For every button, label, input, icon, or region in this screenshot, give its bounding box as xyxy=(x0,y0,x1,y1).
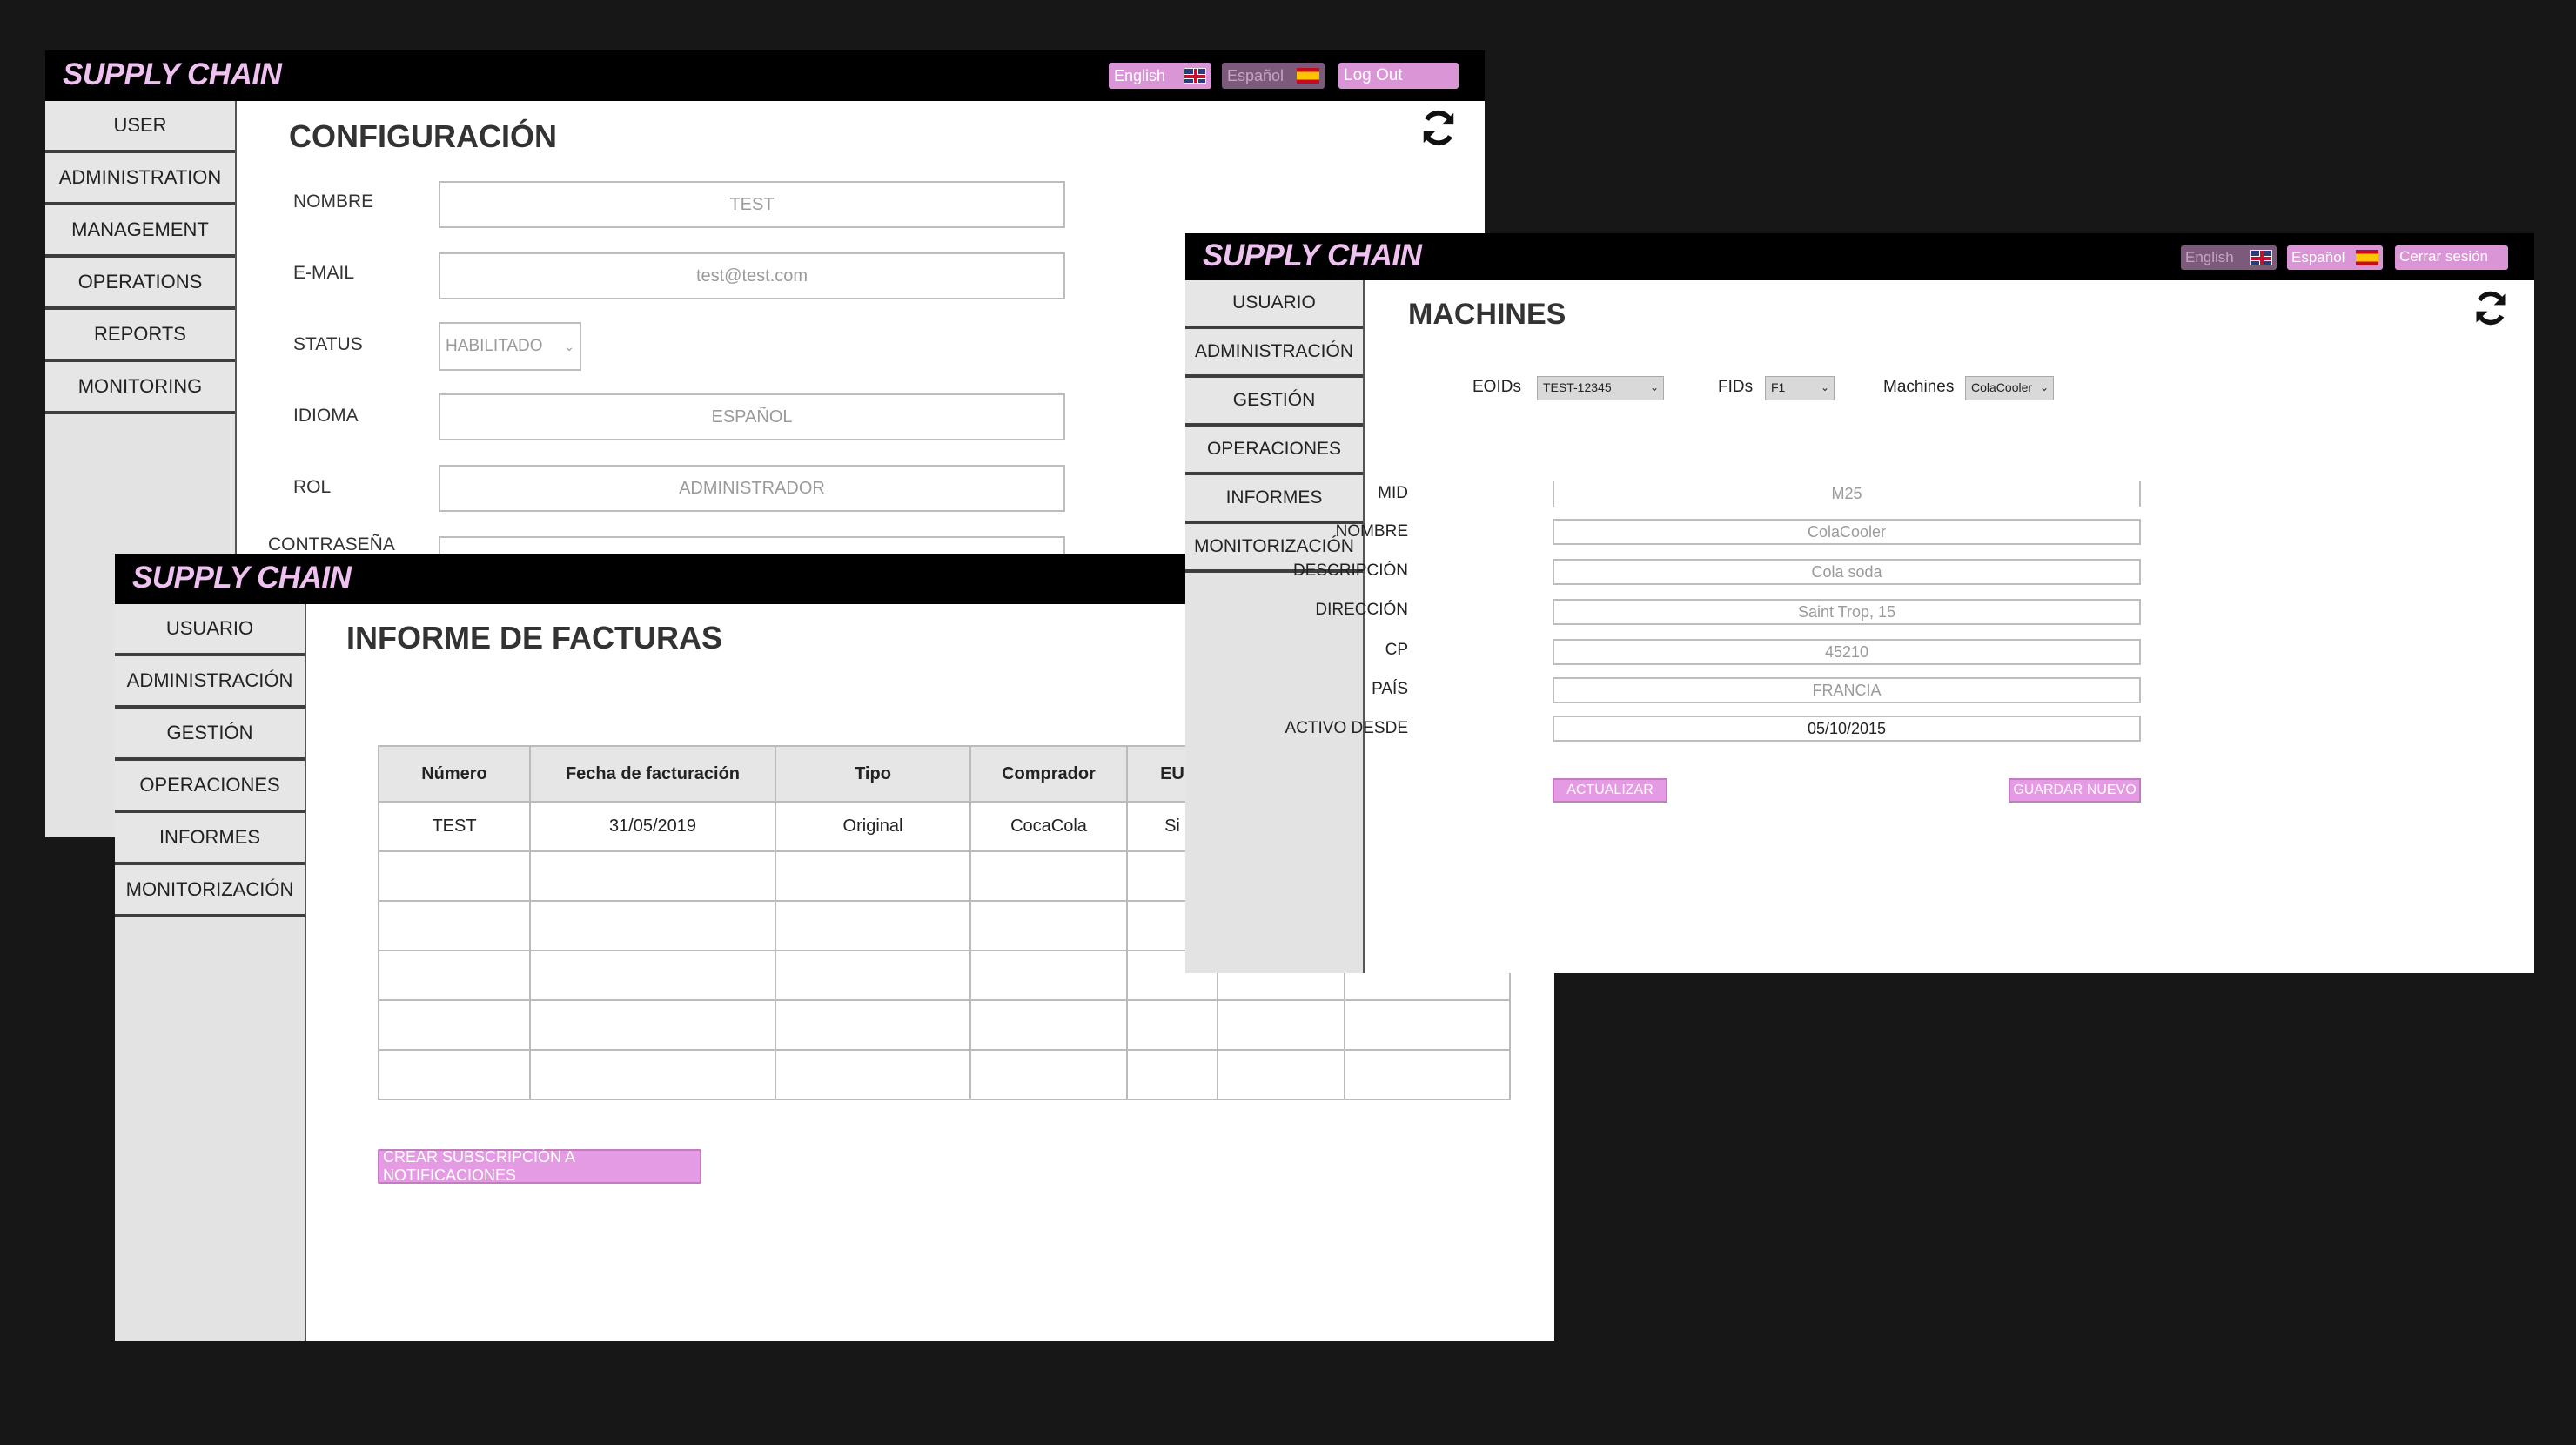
nombre-field[interactable]: TEST xyxy=(439,181,1065,228)
table-cell: 31/05/2019 xyxy=(529,801,776,852)
rol-label: ROL xyxy=(293,477,332,497)
refresh-icon[interactable] xyxy=(1419,108,1459,148)
save-new-button[interactable]: GUARDAR NUEVO xyxy=(2009,778,2141,803)
spain-flag-icon xyxy=(1297,68,1319,84)
english-label: English xyxy=(2185,249,2234,265)
eoids-select[interactable]: TEST-12345 ⌄ xyxy=(1537,376,1664,400)
column-header-tipo[interactable]: Tipo xyxy=(775,745,971,803)
fids-value: F1 xyxy=(1771,380,1786,394)
spain-flag-icon xyxy=(2356,250,2378,265)
top-bar: SUPPLY CHAIN English Español Log Out xyxy=(45,50,1485,101)
page-title: CONFIGURACIÓN xyxy=(289,118,557,154)
sidebar-item-operations[interactable]: OPERATIONS xyxy=(45,258,235,310)
eoids-value: TEST-12345 xyxy=(1543,380,1612,394)
status-value: HABILITADO xyxy=(446,337,543,355)
page-title: INFORME DE FACTURAS xyxy=(346,620,722,655)
english-language-button[interactable]: English xyxy=(2181,245,2277,270)
sidebar-item-gestion[interactable]: GESTIÓN xyxy=(115,709,305,761)
english-label: English xyxy=(1114,66,1166,84)
uk-flag-icon xyxy=(1184,68,1206,84)
nombre-label: NOMBRE xyxy=(293,192,374,212)
brand-logo: SUPPLY CHAIN xyxy=(63,57,282,91)
activo-desde-label: ACTIVO DESDE xyxy=(1285,719,1408,737)
spanish-language-button[interactable]: Español xyxy=(2287,245,2383,270)
mid-field[interactable]: M25 xyxy=(1553,481,2141,507)
sidebar-item-operaciones[interactable]: OPERACIONES xyxy=(115,761,305,813)
mid-label: MID xyxy=(1378,484,1408,502)
nombre-field[interactable]: ColaCooler xyxy=(1553,519,2141,545)
spanish-label: Español xyxy=(1227,66,1285,84)
eoids-label: EOIDs xyxy=(1472,378,1521,396)
sidebar-item-monitoring[interactable]: MONITORING xyxy=(45,362,235,414)
table-row xyxy=(378,999,1511,1051)
sidebar-item-informes[interactable]: INFORMES xyxy=(115,813,305,865)
column-header-comprador[interactable]: Comprador xyxy=(969,745,1128,803)
update-button[interactable]: ACTUALIZAR xyxy=(1553,778,1667,803)
nombre-label: NOMBRE xyxy=(1335,522,1408,541)
column-header-numero[interactable]: Número xyxy=(378,745,531,803)
sidebar-item-administration[interactable]: ADMINISTRATION xyxy=(45,153,235,205)
password-label: CONTRASEÑA xyxy=(268,534,395,554)
machines-label: Machines xyxy=(1883,378,1955,396)
page-title: MACHINES xyxy=(1408,298,1566,331)
table-cell: TEST xyxy=(378,801,531,852)
chevron-down-icon: ⌄ xyxy=(1649,381,1659,393)
logout-button[interactable]: Log Out xyxy=(1338,63,1459,89)
sidebar: USUARIO ADMINISTRACIÓN GESTIÓN OPERACION… xyxy=(1185,280,1365,973)
cp-label: CP xyxy=(1385,641,1408,659)
chevron-down-icon: ⌄ xyxy=(2039,381,2049,393)
pais-field[interactable]: FRANCIA xyxy=(1553,677,2141,703)
spanish-language-button[interactable]: Español xyxy=(1222,63,1325,89)
sidebar-item-monitorizacion[interactable]: MONITORIZACIÓN xyxy=(115,865,305,917)
direccion-label: DIRECCIÓN xyxy=(1315,601,1408,619)
sidebar-item-gestion[interactable]: GESTIÓN xyxy=(1185,378,1363,427)
column-header-fecha[interactable]: Fecha de facturación xyxy=(529,745,776,803)
descripcion-field[interactable]: Cola soda xyxy=(1553,559,2141,585)
sidebar-item-management[interactable]: MANAGEMENT xyxy=(45,205,235,258)
brand-logo: SUPPLY CHAIN xyxy=(132,561,352,595)
rol-field[interactable]: ADMINISTRADOR xyxy=(439,465,1065,512)
chevron-down-icon: ⌄ xyxy=(564,339,574,353)
machines-window: SUPPLY CHAIN English Español Cerrar sesi… xyxy=(1185,233,2534,973)
idioma-field[interactable]: ESPAÑOL xyxy=(439,393,1065,440)
sidebar-item-administracion[interactable]: ADMINISTRACIÓN xyxy=(115,656,305,709)
create-subscription-button[interactable]: CREAR SUBSCRIPCIÓN A NOTIFICACIONES xyxy=(378,1148,701,1184)
pais-label: PAÍS xyxy=(1372,680,1408,698)
top-bar: SUPPLY CHAIN English Español Cerrar sesi… xyxy=(1185,233,2534,280)
status-label: STATUS xyxy=(293,334,363,354)
descripcion-label: DESCRIPCIÓN xyxy=(1293,561,1408,580)
cp-field[interactable]: 45210 xyxy=(1553,639,2141,665)
email-field[interactable]: test@test.com xyxy=(439,252,1065,299)
sidebar-item-user[interactable]: USER xyxy=(45,101,235,153)
table-row xyxy=(378,1049,1511,1100)
sidebar-item-reports[interactable]: REPORTS xyxy=(45,310,235,362)
activo-desde-field[interactable]: 05/10/2015 xyxy=(1553,716,2141,742)
machines-select[interactable]: ColaCooler ⌄ xyxy=(1965,376,2054,400)
sidebar-item-administracion[interactable]: ADMINISTRACIÓN xyxy=(1185,329,1363,378)
machines-value: ColaCooler xyxy=(1971,380,2033,394)
english-language-button[interactable]: English xyxy=(1109,63,1211,89)
sidebar: USUARIO ADMINISTRACIÓN GESTIÓN OPERACION… xyxy=(115,604,306,1341)
sidebar-item-usuario[interactable]: USUARIO xyxy=(115,604,305,656)
refresh-icon[interactable] xyxy=(2472,289,2510,327)
fids-label: FIDs xyxy=(1718,378,1754,396)
table-cell: Original xyxy=(775,801,971,852)
email-label: E-MAIL xyxy=(293,263,355,283)
table-cell: CocaCola xyxy=(969,801,1128,852)
uk-flag-icon xyxy=(2250,250,2272,265)
direccion-field[interactable]: Saint Trop, 15 xyxy=(1553,599,2141,625)
brand-logo: SUPPLY CHAIN xyxy=(1203,239,1422,272)
sidebar-item-informes[interactable]: INFORMES xyxy=(1185,475,1363,524)
idioma-label: IDIOMA xyxy=(293,406,359,426)
status-select[interactable]: HABILITADO ⌄ xyxy=(439,322,581,371)
fids-select[interactable]: F1 ⌄ xyxy=(1765,376,1835,400)
sidebar-item-operaciones[interactable]: OPERACIONES xyxy=(1185,427,1363,475)
sidebar-item-usuario[interactable]: USUARIO xyxy=(1185,280,1363,329)
chevron-down-icon: ⌄ xyxy=(1820,381,1829,393)
logout-button[interactable]: Cerrar sesión xyxy=(2395,245,2508,270)
spanish-label: Español xyxy=(2291,249,2345,265)
